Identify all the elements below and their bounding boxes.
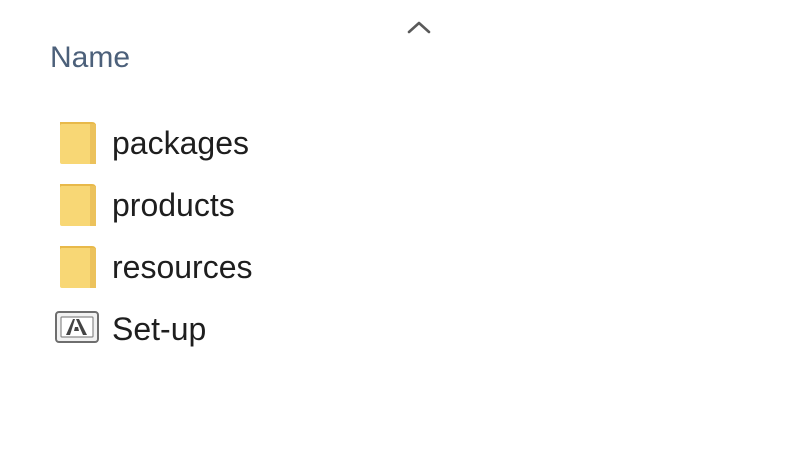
file-name-label: Set-up: [112, 311, 207, 347]
folder-icon: [60, 246, 96, 288]
file-name-label: packages: [112, 125, 249, 161]
file-row-packages[interactable]: packages: [48, 114, 408, 176]
sort-ascending-chevron-icon[interactable]: [404, 17, 434, 37]
file-explorer-pane: Name packages products resources Set-up: [0, 0, 800, 465]
folder-icon: [60, 122, 96, 164]
file-row-set-up[interactable]: Set-up: [48, 300, 408, 362]
file-row-resources[interactable]: resources: [48, 238, 408, 300]
file-name-label: products: [112, 187, 235, 223]
file-list: packages products resources Set-up: [48, 114, 408, 362]
adobe-setup-app-icon: [55, 311, 99, 343]
file-name-label: resources: [112, 249, 253, 285]
file-row-products[interactable]: products: [48, 176, 408, 238]
folder-icon: [60, 184, 96, 226]
name-column-header[interactable]: Name: [50, 38, 390, 78]
name-column-header-label: Name: [50, 41, 131, 74]
